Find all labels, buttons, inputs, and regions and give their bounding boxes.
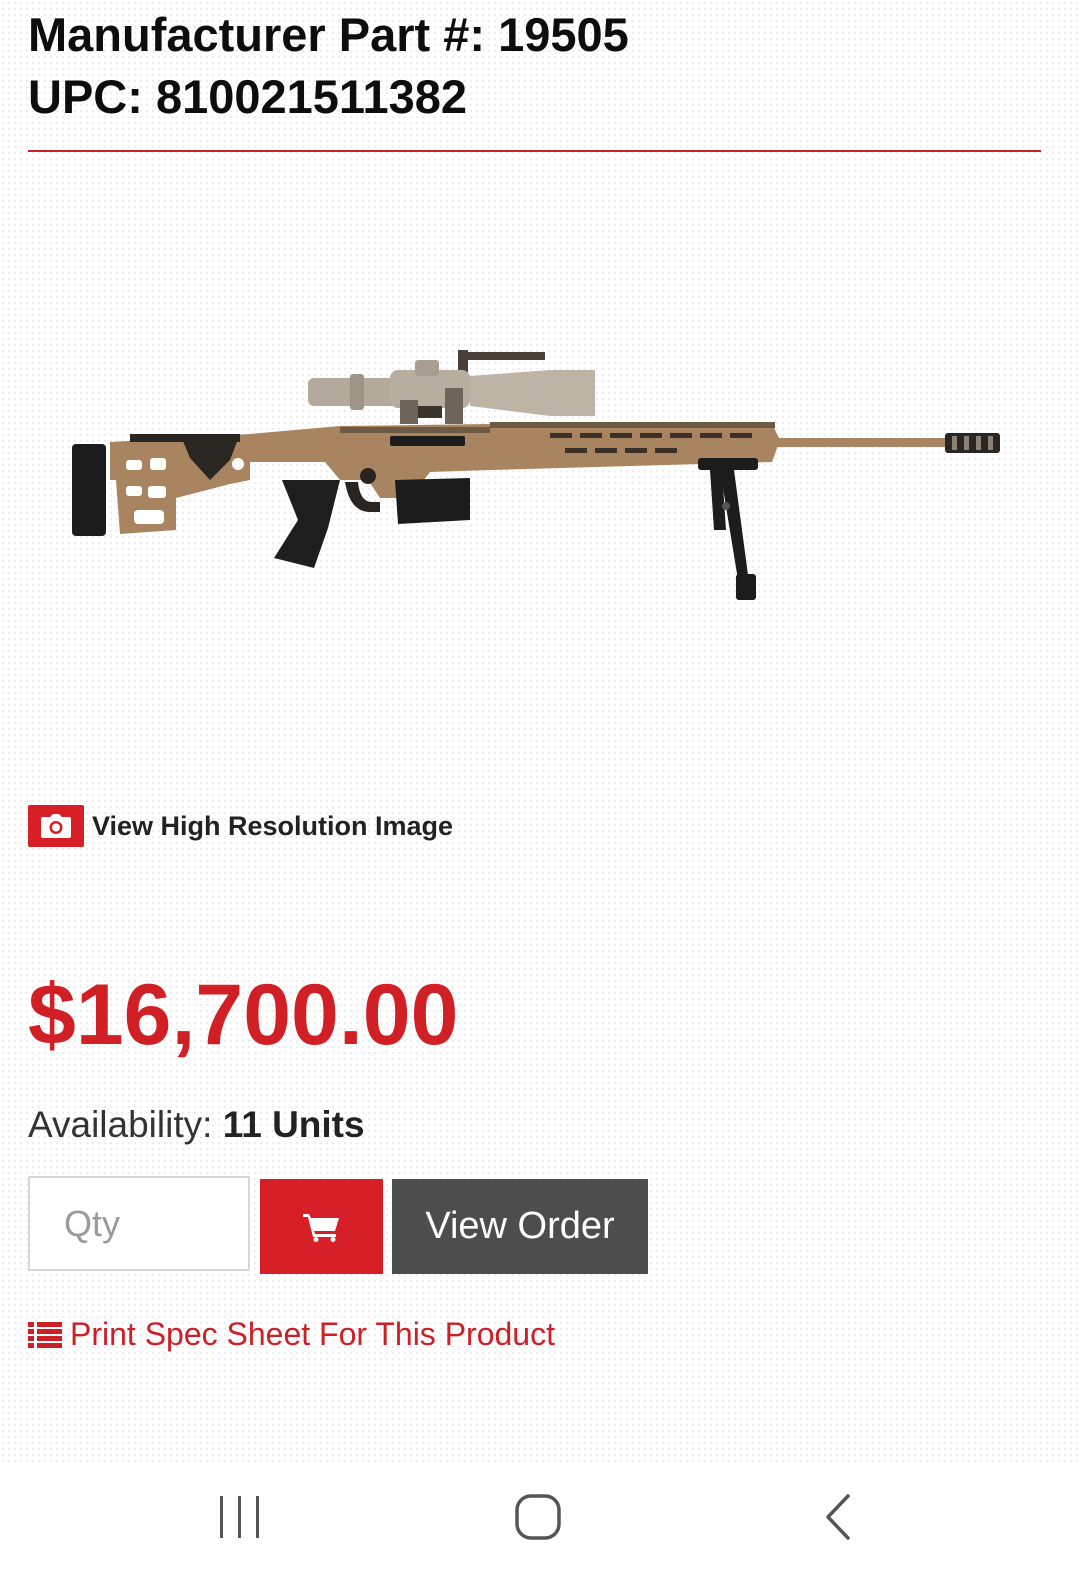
- print-spec-sheet-link[interactable]: Print Spec Sheet For This Product: [28, 1316, 555, 1353]
- product-price: $16,700.00: [28, 967, 459, 1063]
- product-page: Manufacturer Part #: 19505 UPC: 81002151…: [0, 0, 1080, 1462]
- availability-units: 11 Units: [222, 1104, 365, 1145]
- camera-icon: [28, 805, 84, 847]
- availability-label: Availability:: [28, 1104, 213, 1145]
- back-icon[interactable]: [798, 1482, 878, 1552]
- view-high-resolution-image-link[interactable]: View High Resolution Image: [28, 804, 453, 848]
- list-icon: [28, 1321, 62, 1348]
- add-to-cart-button[interactable]: [260, 1179, 383, 1274]
- quantity-input[interactable]: [28, 1176, 250, 1271]
- recent-apps-icon[interactable]: [200, 1482, 280, 1552]
- print-spec-sheet-label: Print Spec Sheet For This Product: [70, 1316, 555, 1352]
- system-navigation-bar: [0, 1462, 1080, 1585]
- availability: Availability: 11 Units: [28, 1100, 365, 1150]
- manufacturer-part-number: Manufacturer Part #: 19505: [28, 8, 629, 61]
- upc-code: UPC: 810021511382: [28, 70, 468, 123]
- rifle-product-image[interactable]: [50, 330, 1020, 620]
- header-divider: [28, 150, 1041, 152]
- view-order-button[interactable]: View Order: [392, 1179, 648, 1274]
- view-high-resolution-image-label: View High Resolution Image: [92, 810, 454, 841]
- home-icon[interactable]: [498, 1482, 578, 1552]
- cart-icon: [302, 1213, 339, 1242]
